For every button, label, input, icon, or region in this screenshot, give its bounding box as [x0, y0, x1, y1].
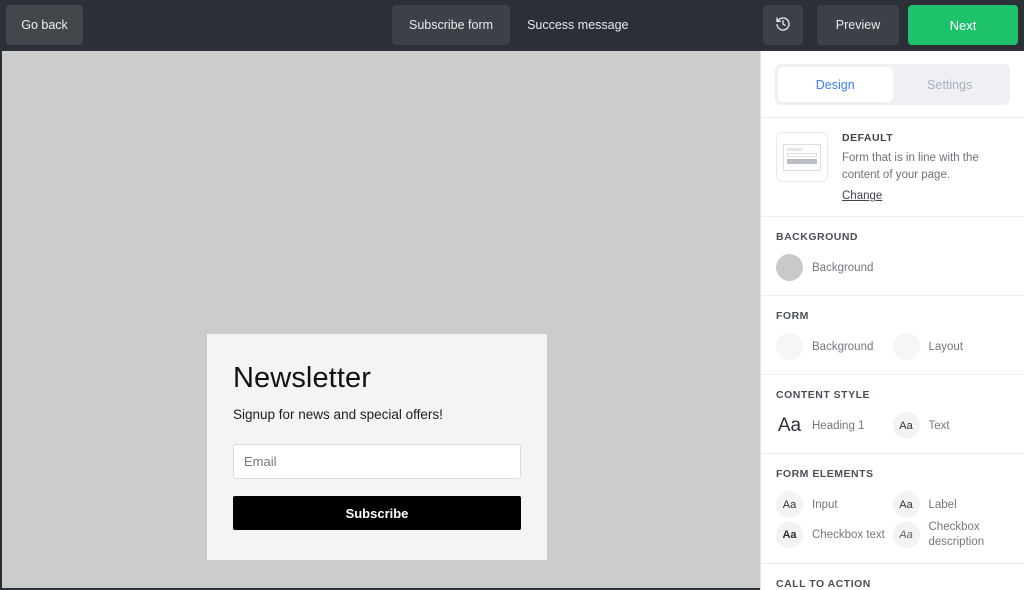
go-back-button[interactable]: Go back — [6, 5, 83, 45]
color-swatch-icon — [776, 333, 803, 361]
option-label: Background — [812, 340, 874, 353]
newsletter-form-card[interactable]: Newsletter Signup for news and special o… — [207, 334, 547, 561]
typography-checkbox-description-icon: Aa — [892, 521, 920, 549]
option-label: Checkbox description — [928, 521, 985, 548]
email-input[interactable] — [233, 444, 521, 480]
option-form-background[interactable]: Background — [776, 333, 893, 361]
preview-button[interactable]: Preview — [817, 5, 899, 45]
default-description: Form that is in line with the content of… — [842, 152, 979, 181]
history-button[interactable] — [763, 5, 803, 45]
option-label: Layout — [928, 340, 964, 353]
form-subtitle: Signup for news and special offers! — [233, 407, 443, 423]
section-call-to-action: CALL TO ACTION Aa Button — [761, 564, 1024, 590]
typography-input-icon: Aa — [776, 491, 803, 519]
section-title: CONTENT STYLE — [776, 389, 871, 402]
option-label: Text — [928, 419, 950, 432]
form-heading: Newsletter — [233, 362, 371, 394]
option-label: Heading 1 — [812, 419, 865, 432]
tab-settings[interactable]: Settings — [893, 67, 1008, 102]
section-background: BACKGROUND Background — [761, 217, 1024, 295]
form-step-tabs: Subscribe form Success message — [392, 5, 646, 45]
history-clock-icon — [775, 16, 791, 35]
tab-success-message[interactable]: Success message — [510, 5, 645, 45]
section-content-style: CONTENT STYLE Aa Heading 1 Aa Text — [761, 375, 1024, 453]
subscribe-button[interactable]: Subscribe — [233, 496, 521, 531]
section-form-elements: FORM ELEMENTS Aa Input Aa Label Aa Check… — [761, 454, 1024, 563]
section-title: FORM ELEMENTS — [776, 468, 874, 481]
option-label: Input — [812, 498, 838, 511]
option-form-layout[interactable]: Layout — [892, 333, 1010, 361]
typography-label-icon: Aa — [892, 491, 920, 519]
section-title: BACKGROUND — [776, 231, 858, 244]
design-sidebar: Design Settings DEFAULT Form that is in … — [760, 51, 1024, 590]
option-checkbox-description[interactable]: Aa Checkbox description — [892, 520, 1010, 549]
section-title: CALL TO ACTION — [776, 578, 871, 590]
tab-design[interactable]: Design — [778, 67, 893, 102]
sidebar-tab-switcher: Design Settings — [775, 64, 1010, 105]
typography-text-icon: Aa — [892, 412, 920, 440]
option-input[interactable]: Aa Input — [776, 491, 893, 519]
option-label: Label — [928, 498, 957, 511]
option-background[interactable]: Background — [776, 254, 1009, 282]
change-style-link[interactable]: Change — [842, 190, 882, 202]
option-checkbox-text[interactable]: Aa Checkbox text — [776, 520, 893, 549]
form-canvas[interactable]: Newsletter Signup for news and special o… — [0, 51, 760, 590]
option-text[interactable]: Aa Text — [892, 412, 1010, 440]
option-heading-1[interactable]: Aa Heading 1 — [776, 412, 893, 439]
form-builder-app: Go back Subscribe form Success message P… — [0, 0, 1024, 590]
form-preview-thumbnail-icon[interactable] — [776, 132, 828, 182]
typography-heading-icon: Aa — [777, 414, 802, 436]
default-style-block: DEFAULT Form that is in line with the co… — [761, 118, 1024, 216]
option-label[interactable]: Aa Label — [892, 491, 1010, 519]
typography-checkbox-text-icon: Aa — [776, 521, 803, 549]
option-label: Background — [812, 261, 874, 274]
layout-swatch-icon — [892, 333, 920, 361]
top-toolbar: Go back Subscribe form Success message P… — [0, 0, 1024, 51]
default-label: DEFAULT — [842, 132, 894, 144]
section-form: FORM Background Layout — [761, 296, 1024, 374]
section-title: FORM — [776, 310, 809, 323]
tab-subscribe-form[interactable]: Subscribe form — [392, 5, 511, 45]
next-button[interactable]: Next — [908, 5, 1018, 45]
color-swatch-icon — [776, 254, 803, 282]
option-label: Checkbox text — [812, 528, 885, 541]
